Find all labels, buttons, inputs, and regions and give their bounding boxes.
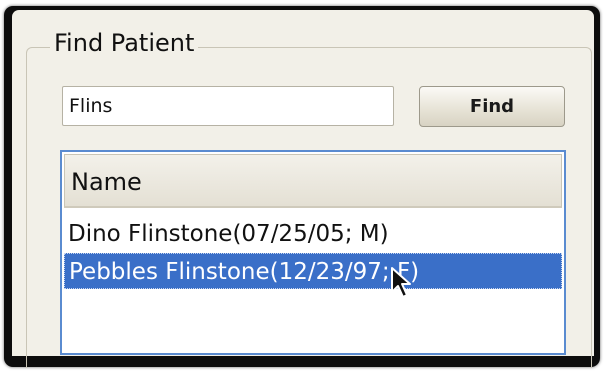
patient-list[interactable]: Name Dino Flinstone(07/25/05; M) Pebbles… xyxy=(60,150,566,355)
find-button[interactable]: Find xyxy=(419,86,565,127)
column-header-name[interactable]: Name xyxy=(64,154,562,208)
list-item[interactable]: Dino Flinstone(07/25/05; M) xyxy=(64,216,562,252)
mouse-cursor-icon xyxy=(391,267,411,298)
list-item-selected[interactable]: Pebbles Flinstone(12/23/97; F) xyxy=(64,253,562,289)
group-title: Find Patient xyxy=(50,27,199,59)
search-input[interactable] xyxy=(62,86,394,126)
